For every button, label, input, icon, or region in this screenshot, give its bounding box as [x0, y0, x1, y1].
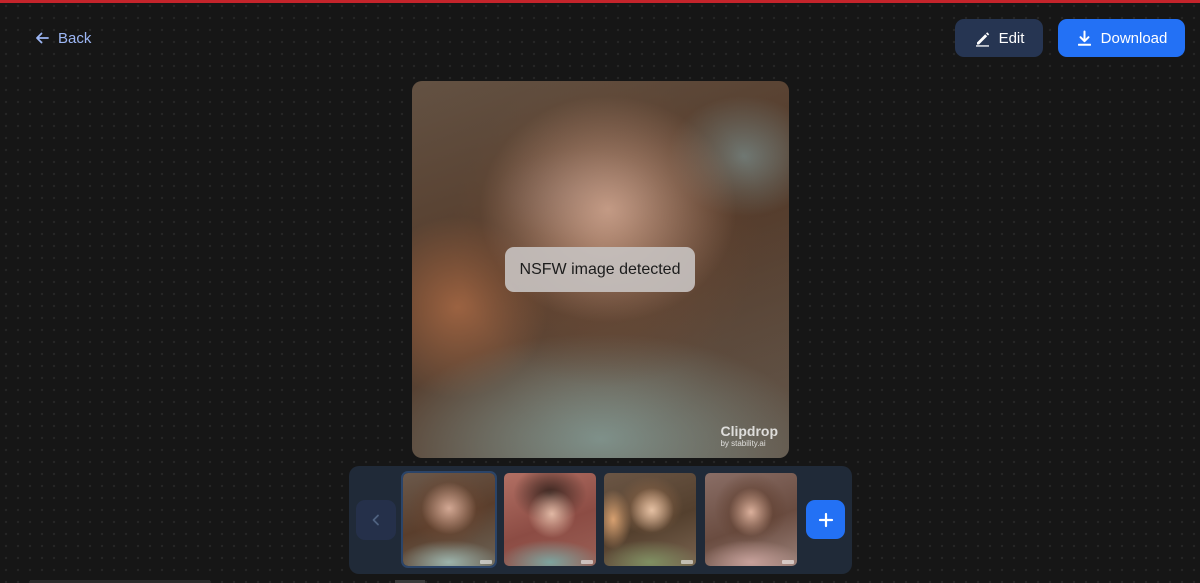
watermark-sub: by stability.ai: [720, 439, 766, 448]
thumbnail-1[interactable]: [401, 471, 497, 568]
plus-icon: [818, 512, 833, 527]
thumbnail-3[interactable]: [604, 473, 696, 566]
download-icon: [1077, 30, 1091, 46]
thumbnail-strip: [349, 466, 852, 574]
thumbnail-watermark: [681, 560, 693, 564]
nsfw-notice: NSFW image detected: [505, 247, 695, 292]
thumbnail-watermark: [480, 560, 492, 564]
arrow-left-icon: [36, 32, 49, 44]
thumbnail-watermark: [782, 560, 794, 564]
top-accent-bar: [0, 0, 1200, 3]
back-label: Back: [58, 29, 92, 47]
thumbnail-4[interactable]: [705, 473, 797, 566]
edit-button[interactable]: Edit: [955, 19, 1043, 57]
previous-button[interactable]: [356, 500, 396, 540]
add-image-button[interactable]: [806, 500, 845, 539]
download-button[interactable]: Download: [1058, 19, 1185, 57]
image-preview: NSFW image detected Clipdrop by stabilit…: [412, 81, 789, 458]
watermark: Clipdrop by stability.ai: [720, 424, 778, 448]
chevron-left-icon: [372, 514, 379, 526]
pencil-icon: [975, 31, 989, 47]
back-link[interactable]: Back: [34, 26, 91, 50]
watermark-brand: Clipdrop: [720, 423, 778, 439]
thumbnail-2[interactable]: [504, 473, 596, 566]
edit-label: Edit: [998, 29, 1025, 47]
download-label: Download: [1100, 29, 1168, 47]
thumbnail-watermark: [581, 560, 593, 564]
